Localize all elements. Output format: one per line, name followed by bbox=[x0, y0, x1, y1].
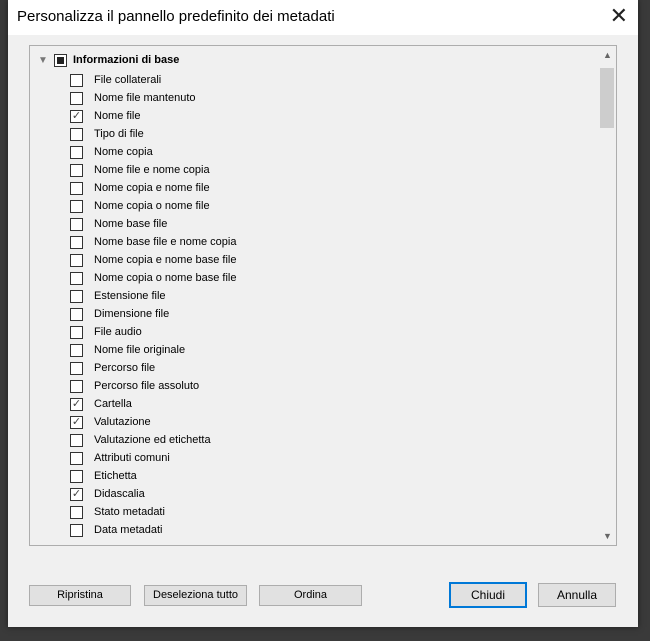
scrollbar[interactable]: ▲ ▼ bbox=[599, 46, 616, 545]
item-label: Percorso file assoluto bbox=[94, 380, 200, 392]
item-checkbox[interactable] bbox=[70, 451, 83, 465]
list-item[interactable]: Attributi comuni bbox=[70, 449, 170, 467]
sort-button[interactable]: Ordina bbox=[259, 585, 362, 606]
item-label: Nome copia e nome file bbox=[94, 182, 210, 194]
list-item[interactable]: Nome copia o nome file bbox=[70, 197, 210, 215]
dialog-title: Personalizza il pannello predefinito dei… bbox=[17, 8, 335, 25]
group-checkbox[interactable] bbox=[54, 53, 67, 67]
item-label: Etichetta bbox=[94, 470, 137, 482]
item-label: Didascalia bbox=[94, 488, 145, 500]
item-label: Data metadati bbox=[94, 524, 163, 536]
list-item[interactable]: Nome file originale bbox=[70, 341, 185, 359]
item-checkbox[interactable] bbox=[70, 199, 83, 213]
list-item[interactable]: Etichetta bbox=[70, 467, 137, 485]
item-label: File audio bbox=[94, 326, 142, 338]
item-label: Dimensione file bbox=[94, 308, 170, 320]
item-label: Cartella bbox=[94, 398, 132, 410]
list-item[interactable]: Percorso file bbox=[70, 359, 155, 377]
list-item[interactable]: ✓ Valutazione bbox=[70, 413, 151, 431]
item-checkbox[interactable]: ✓ bbox=[70, 487, 83, 501]
item-checkbox[interactable] bbox=[70, 361, 83, 375]
item-label: Nome base file bbox=[94, 218, 168, 230]
list-item[interactable]: Nome base file bbox=[70, 215, 167, 233]
item-label: Nome base file e nome copia bbox=[94, 236, 237, 248]
scroll-down-icon[interactable]: ▼ bbox=[599, 531, 616, 541]
item-checkbox[interactable] bbox=[70, 379, 83, 393]
item-checkbox[interactable] bbox=[70, 217, 83, 231]
item-checkbox[interactable]: ✓ bbox=[70, 415, 83, 429]
item-label: Nome file mantenuto bbox=[94, 92, 196, 104]
item-label: Nome file e nome copia bbox=[94, 164, 210, 176]
item-checkbox[interactable]: ✓ bbox=[70, 397, 83, 411]
list-item[interactable]: Percorso file assoluto bbox=[70, 377, 199, 395]
item-label: Nome copia bbox=[94, 146, 153, 158]
metadata-field-list: ▼ Informazioni di base File collaterali N… bbox=[29, 45, 617, 546]
item-checkbox[interactable] bbox=[70, 235, 83, 249]
list-item[interactable]: Nome copia bbox=[70, 143, 153, 161]
item-checkbox[interactable] bbox=[70, 73, 83, 87]
customize-metadata-dialog: Personalizza il pannello predefinito dei… bbox=[8, 0, 638, 627]
item-checkbox[interactable] bbox=[70, 307, 83, 321]
title-bar: Personalizza il pannello predefinito dei… bbox=[8, 0, 638, 35]
list-item[interactable]: Nome base file e nome copia bbox=[70, 233, 236, 251]
list-item[interactable]: Nome copia o nome base file bbox=[70, 269, 236, 287]
item-checkbox[interactable] bbox=[70, 91, 83, 105]
item-label: Estensione file bbox=[94, 290, 166, 302]
group-header[interactable]: ▼ Informazioni di base bbox=[38, 51, 179, 69]
list-item[interactable]: Valutazione ed etichetta bbox=[70, 431, 211, 449]
item-checkbox[interactable] bbox=[70, 343, 83, 357]
scroll-up-icon[interactable]: ▲ bbox=[599, 50, 616, 60]
item-label: Percorso file bbox=[94, 362, 156, 374]
cancel-button[interactable]: Annulla bbox=[538, 583, 616, 607]
list-item[interactable]: File audio bbox=[70, 323, 142, 341]
item-checkbox[interactable] bbox=[70, 523, 83, 537]
item-label: Tipo di file bbox=[94, 128, 144, 140]
item-label: Valutazione ed etichetta bbox=[94, 434, 211, 446]
item-label: File collaterali bbox=[94, 74, 162, 86]
item-label: Nome file originale bbox=[94, 344, 186, 356]
item-label: Stato metadati bbox=[94, 506, 165, 518]
list-item[interactable]: ✓ Nome file bbox=[70, 107, 140, 125]
collapse-triangle-icon[interactable]: ▼ bbox=[38, 55, 48, 66]
item-label: Valutazione bbox=[94, 416, 151, 428]
item-label: Nome copia e nome base file bbox=[94, 254, 237, 266]
item-label: Attributi comuni bbox=[94, 452, 170, 464]
list-item[interactable]: Nome file e nome copia bbox=[70, 161, 210, 179]
scrollbar-thumb[interactable] bbox=[600, 68, 614, 128]
list-item[interactable]: ✓ Didascalia bbox=[70, 485, 145, 503]
item-label: Nome file bbox=[94, 110, 141, 122]
list-item[interactable]: Data metadati bbox=[70, 521, 162, 539]
item-checkbox[interactable]: ✓ bbox=[70, 109, 83, 123]
item-label: Nome copia o nome file bbox=[94, 200, 210, 212]
list-item[interactable]: Tipo di file bbox=[70, 125, 144, 143]
item-checkbox[interactable] bbox=[70, 145, 83, 159]
list-item[interactable]: File collaterali bbox=[70, 71, 161, 89]
deselect-all-button[interactable]: Deseleziona tutto bbox=[144, 585, 247, 606]
list-item[interactable]: Dimensione file bbox=[70, 305, 169, 323]
item-checkbox[interactable] bbox=[70, 433, 83, 447]
item-checkbox[interactable] bbox=[70, 505, 83, 519]
close-button[interactable]: Chiudi bbox=[449, 582, 527, 608]
reset-button[interactable]: Ripristina bbox=[29, 585, 131, 606]
item-checkbox[interactable] bbox=[70, 289, 83, 303]
list-item[interactable]: Nome file mantenuto bbox=[70, 89, 196, 107]
item-checkbox[interactable] bbox=[70, 181, 83, 195]
item-checkbox[interactable] bbox=[70, 271, 83, 285]
item-checkbox[interactable] bbox=[70, 469, 83, 483]
item-checkbox[interactable] bbox=[70, 253, 83, 267]
list-item[interactable]: Estensione file bbox=[70, 287, 166, 305]
group-label: Informazioni di base bbox=[73, 54, 180, 66]
list-item[interactable]: Nome copia e nome base file bbox=[70, 251, 236, 269]
close-icon[interactable]: ✕ bbox=[610, 4, 628, 28]
list-item[interactable]: Nome copia e nome file bbox=[70, 179, 210, 197]
list-item[interactable]: ✓ Cartella bbox=[70, 395, 132, 413]
item-label: Nome copia o nome base file bbox=[94, 272, 237, 284]
list-item[interactable]: Stato metadati bbox=[70, 503, 165, 521]
item-checkbox[interactable] bbox=[70, 325, 83, 339]
item-checkbox[interactable] bbox=[70, 163, 83, 177]
item-checkbox[interactable] bbox=[70, 127, 83, 141]
